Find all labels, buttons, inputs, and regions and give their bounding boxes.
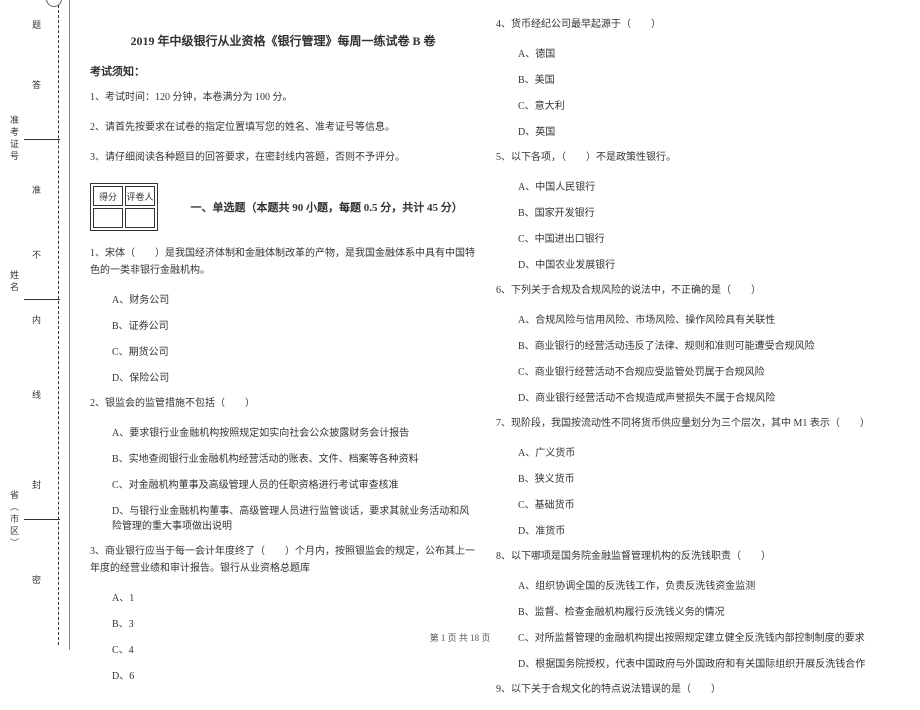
grader-header: 评卷人 (125, 186, 155, 206)
score-header: 得分 (93, 186, 123, 206)
q1-option-d: D、保险公司 (90, 369, 476, 384)
question-6: 6、下列关于合规及合规风险的说法中，不正确的是（ ） (496, 282, 882, 299)
q1-option-c: C、期货公司 (90, 343, 476, 358)
q8-option-a: A、组织协调全国的反洗钱工作，负责反洗钱资金监测 (496, 577, 882, 592)
q1-option-a: A、财务公司 (90, 291, 476, 306)
notice-item: 3、请仔细阅读各种题目的回答要求，在密封线内答题，否则不予评分。 (90, 149, 476, 166)
pass-no-blank (24, 110, 60, 140)
q2-option-d: D、与银行业金融机构董事、高级管理人员进行监管谈话，要求其就业务活动和风险管理的… (90, 502, 476, 532)
score-table: 得分 评卷人 (90, 183, 158, 231)
notice-heading: 考试须知： (90, 63, 476, 79)
q4-option-d: D、英国 (496, 123, 882, 138)
field-label-name: 姓名 (8, 270, 21, 294)
question-2: 2、银监会的监管措施不包括（ ） (90, 395, 476, 412)
q7-option-c: C、基础货币 (496, 496, 882, 511)
notice-item: 2、请首先按要求在试卷的指定位置填写您的姓名、准考证号等信息。 (90, 119, 476, 136)
q4-option-a: A、德国 (496, 45, 882, 60)
question-8: 8、以下哪项是国务院金融监督管理机构的反洗钱职责（ ） (496, 548, 882, 565)
q8-option-b: B、监督、检查金融机构履行反洗钱义务的情况 (496, 603, 882, 618)
q4-option-b: B、美国 (496, 71, 882, 86)
left-column: 2019 年中级银行从业资格《银行管理》每周一练试卷 B 卷 考试须知： 1、考… (80, 10, 486, 710)
seal-char: 封 (30, 480, 43, 489)
q6-option-b: B、商业银行的经营活动违反了法律、规则和准则可能遭受合规风险 (496, 337, 882, 352)
seal-line (58, 5, 59, 645)
seal-char: 密 (30, 575, 43, 584)
name-blank (24, 270, 60, 300)
field-label-pass: 准考证号 (8, 115, 21, 163)
q5-option-d: D、中国农业发展银行 (496, 256, 882, 271)
question-9: 9、以下关于合规文化的特点说法错误的是（ ） (496, 681, 882, 698)
seal-char: 答 (30, 80, 43, 89)
q5-option-b: B、国家开发银行 (496, 204, 882, 219)
q6-option-d: D、商业银行经营活动不合规造成声誉损失不属于合规风险 (496, 389, 882, 404)
question-5: 5、以下各项，（ ）不是政策性银行。 (496, 149, 882, 166)
field-label-region: 省（市区） (8, 490, 21, 550)
right-column: 4、货币经纪公司最早起源于（ ） A、德国 B、美国 C、意大利 D、英国 5、… (486, 10, 892, 710)
q3-option-b: B、3 (90, 615, 476, 630)
q6-option-c: C、商业银行经营活动不合规应受监管处罚属于合规风险 (496, 363, 882, 378)
q7-option-a: A、广义货币 (496, 444, 882, 459)
seal-char: 线 (30, 390, 43, 399)
q3-option-a: A、1 (90, 589, 476, 604)
q2-option-a: A、要求银行业金融机构按照规定如实向社会公众披露财务会计报告 (90, 424, 476, 439)
page-footer: 第 1 页 共 18 页 (0, 631, 920, 644)
q2-option-c: C、对金融机构董事及高级管理人员的任职资格进行考试审查核准 (90, 476, 476, 491)
notice-item: 1、考试时间：120 分钟，本卷满分为 100 分。 (90, 89, 476, 106)
q7-option-b: B、狭义货币 (496, 470, 882, 485)
question-4: 4、货币经纪公司最早起源于（ ） (496, 16, 882, 33)
region-blank (24, 490, 60, 520)
q2-option-b: B、实地查阅银行业金融机构经营活动的账表、文件、档案等各种资料 (90, 450, 476, 465)
q4-option-c: C、意大利 (496, 97, 882, 112)
score-cell (93, 208, 123, 228)
binding-margin: 题 答 准考证号 准 不 姓名 内 线 封 省（市区） 密 (0, 0, 70, 650)
seal-char: 准 (30, 185, 43, 194)
q5-option-a: A、中国人民银行 (496, 178, 882, 193)
seal-char: 题 (30, 20, 43, 29)
seal-char: 不 (30, 250, 43, 259)
q6-option-a: A、合规风险与信用风险、市场风险、操作风险具有关联性 (496, 311, 882, 326)
exam-title: 2019 年中级银行从业资格《银行管理》每周一练试卷 B 卷 (90, 32, 476, 49)
grader-cell (125, 208, 155, 228)
q1-option-b: B、证券公司 (90, 317, 476, 332)
question-7: 7、现阶段，我国按流动性不同将货币供应量划分为三个层次，其中 M1 表示（ ） (496, 415, 882, 432)
seal-char: 内 (30, 315, 43, 324)
question-1: 1、宋体（ ）是我国经济体制和金融体制改革的产物，是我国金融体系中具有中国特色的… (90, 245, 476, 279)
section-one-heading: 一、单选题（本题共 90 小题，每题 0.5 分，共计 45 分） (191, 199, 463, 215)
q5-option-c: C、中国进出口银行 (496, 230, 882, 245)
q7-option-d: D、准货币 (496, 522, 882, 537)
question-3: 3、商业银行应当于每一会计年度终了（ ）个月内，按照银监会的规定，公布其上一年度… (90, 543, 476, 577)
q8-option-d: D、根据国务院授权，代表中国政府与外国政府和有关国际组织开展反洗钱合作 (496, 655, 882, 670)
page-content: 2019 年中级银行从业资格《银行管理》每周一练试卷 B 卷 考试须知： 1、考… (80, 10, 900, 710)
q3-option-d: D、6 (90, 667, 476, 682)
